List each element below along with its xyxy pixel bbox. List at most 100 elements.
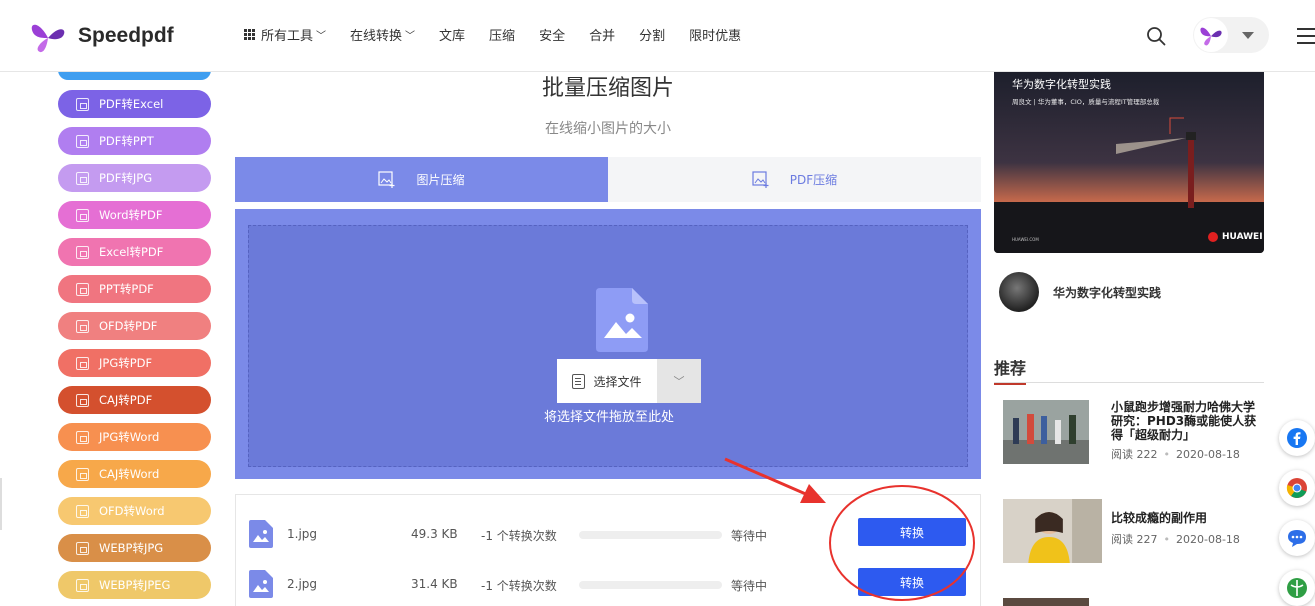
runners-thumbnail xyxy=(1003,400,1089,464)
sidebar-item[interactable]: JPG转Word xyxy=(58,423,211,451)
sidebar-item-label: Excel转PDF xyxy=(99,245,164,259)
file-convert-icon xyxy=(76,578,89,592)
page-title: 批量压缩图片 xyxy=(541,76,674,101)
hamburger-menu-icon[interactable] xyxy=(1297,28,1315,49)
caret-down-icon xyxy=(1242,31,1254,39)
sidebar-item[interactable]: OFD转Word xyxy=(58,497,211,525)
image-file-icon xyxy=(249,570,273,598)
file-status: 等待中 xyxy=(731,529,768,543)
nav-split[interactable]: 分割 xyxy=(639,25,665,44)
nav-label: 合并 xyxy=(589,29,616,44)
sidebar-item[interactable]: Excel转PDF xyxy=(58,238,211,266)
sidebar-item[interactable]: Word转PDF xyxy=(58,201,211,229)
facebook-icon xyxy=(1287,428,1307,448)
facebook-button[interactable] xyxy=(1279,420,1315,456)
huawei-logo-icon xyxy=(1208,232,1218,242)
convert-button[interactable]: 转换 xyxy=(858,568,966,596)
file-status: 等待中 xyxy=(731,579,768,593)
woman-thumbnail xyxy=(1003,499,1102,563)
article-reads: 阅读 222 xyxy=(1111,448,1158,461)
avatar xyxy=(1194,18,1228,52)
sidebar-item-label: PDF转JPG xyxy=(99,171,153,185)
main-nav: 所有工具 ﹀ 在线转换 ﹀ 文库 压缩 安全 合并 分割 限时优惠 xyxy=(244,25,765,44)
nav-all-tools[interactable]: 所有工具 ﹀ xyxy=(244,25,326,44)
logo-text: Speedpdf xyxy=(78,24,174,47)
choose-file-button-group: 选择文件 ﹀ xyxy=(557,359,701,403)
sidebar-item[interactable]: CAJ转Word xyxy=(58,460,211,488)
nav-promo[interactable]: 限时优惠 xyxy=(689,25,741,44)
author-avatar xyxy=(999,272,1039,312)
convert-button[interactable]: 转换 xyxy=(858,518,966,546)
file-convert-icon xyxy=(76,171,89,185)
sidebar-item-label: CAJ转PDF xyxy=(99,393,153,407)
author-name: 华为数字化转型实践 xyxy=(1053,285,1162,300)
promo-brand-label: HUAWEI xyxy=(1222,232,1263,242)
nav-security[interactable]: 安全 xyxy=(539,25,565,44)
nav-merge[interactable]: 合并 xyxy=(589,25,615,44)
sidebar-item-label: OFD转Word xyxy=(99,504,165,518)
file-convert-icon xyxy=(76,430,89,444)
nav-online-convert[interactable]: 在线转换 ﹀ xyxy=(350,25,415,44)
tab-label: PDF压缩 xyxy=(789,173,838,187)
promo-brand: HUAWEI xyxy=(1208,232,1263,242)
file-row: 2.jpg 31.4 KB -1 个转换次数 等待中 转换 xyxy=(236,568,982,606)
nav-compress[interactable]: 压缩 xyxy=(489,25,515,44)
chrome-icon xyxy=(1286,478,1307,498)
sidebar-item-label: Word转PDF xyxy=(99,208,163,222)
search-icon[interactable] xyxy=(1146,26,1166,46)
sidebar-item[interactable]: WEBP转JPG xyxy=(58,534,211,562)
chat-button[interactable] xyxy=(1279,520,1315,556)
image-file-icon xyxy=(596,288,648,352)
sidebar-item[interactable]: JPG转PDF xyxy=(58,349,211,377)
conversion-count: -1 个转换次数 xyxy=(481,579,557,593)
pdf-add-icon xyxy=(752,170,769,188)
article-date: 2020-08-18 xyxy=(1176,533,1240,546)
file-convert-icon xyxy=(76,356,89,370)
sidebar-item[interactable]: WEBP转JPEG xyxy=(58,571,211,599)
sidebar-item[interactable]: PDF转Excel xyxy=(58,90,211,118)
share-button[interactable] xyxy=(1279,570,1315,606)
sidebar-item-label: PDF转Excel xyxy=(99,97,164,111)
chevron-down-icon: ﹀ xyxy=(405,31,416,42)
butterfly-logo-icon xyxy=(31,24,65,53)
file-convert-icon xyxy=(76,97,89,111)
file-name: 2.jpg xyxy=(287,577,318,591)
promo-footnote: HUAWEI.COM xyxy=(1012,237,1039,242)
sidebar-item[interactable]: PPT转PDF xyxy=(58,275,211,303)
chat-icon xyxy=(1288,530,1306,547)
choose-file-button[interactable]: 选择文件 xyxy=(557,359,657,403)
image-file-icon xyxy=(249,520,273,548)
tab-image-compress[interactable]: 图片压缩 xyxy=(235,157,608,202)
promo-banner[interactable]: 华为数字化转型实践 周良文 | 华为董事，CIO，质量与流程IT管理部总裁 HU… xyxy=(994,72,1264,253)
image-add-icon xyxy=(378,170,395,188)
promo-subtitle: 周良文 | 华为董事，CIO，质量与流程IT管理部总裁 xyxy=(1012,98,1160,106)
upload-area[interactable]: 选择文件 ﹀ 将选择文件拖放至此处 xyxy=(235,209,981,479)
choose-source-dropdown[interactable]: ﹀ xyxy=(657,359,701,403)
sidebar-item[interactable]: OFD转PDF xyxy=(58,312,211,340)
tab-pdf-compress[interactable]: PDF压缩 xyxy=(608,157,981,202)
article-title: 比较成瘾的副作用 xyxy=(1111,511,1208,525)
sidebar-item-label: OFD转PDF xyxy=(99,319,158,333)
nav-label: 压缩 xyxy=(489,29,516,44)
choose-file-label: 选择文件 xyxy=(593,374,642,389)
file-row: 1.jpg 49.3 KB -1 个转换次数 等待中 转换 xyxy=(236,518,982,560)
author-card[interactable]: 华为数字化转型实践 xyxy=(999,272,1161,312)
logo[interactable]: Speedpdf xyxy=(28,16,174,56)
nav-label: 文库 xyxy=(439,29,466,44)
sidebar-item[interactable]: CAJ转PDF xyxy=(58,386,211,414)
file-convert-icon xyxy=(76,134,89,148)
progress-bar xyxy=(579,581,722,589)
chrome-button[interactable] xyxy=(1279,470,1315,506)
share-icon xyxy=(1287,578,1307,598)
page-subtitle: 在线缩小图片的大小 xyxy=(545,121,671,137)
sidebar-item[interactable]: PDF转JPG xyxy=(58,164,211,192)
sidebar-item[interactable]: PDF转PPT xyxy=(58,127,211,155)
sidebar-item-label: PDF转PPT xyxy=(99,134,154,148)
chevron-down-icon: ﹀ xyxy=(316,31,327,42)
nav-library[interactable]: 文库 xyxy=(439,25,465,44)
sidebar-edge-marker xyxy=(0,478,2,530)
user-menu[interactable] xyxy=(1193,17,1269,53)
drop-zone[interactable]: 选择文件 ﹀ 将选择文件拖放至此处 xyxy=(248,225,968,467)
file-name: 1.jpg xyxy=(287,527,318,541)
sidebar-item-label: CAJ转Word xyxy=(99,467,160,481)
